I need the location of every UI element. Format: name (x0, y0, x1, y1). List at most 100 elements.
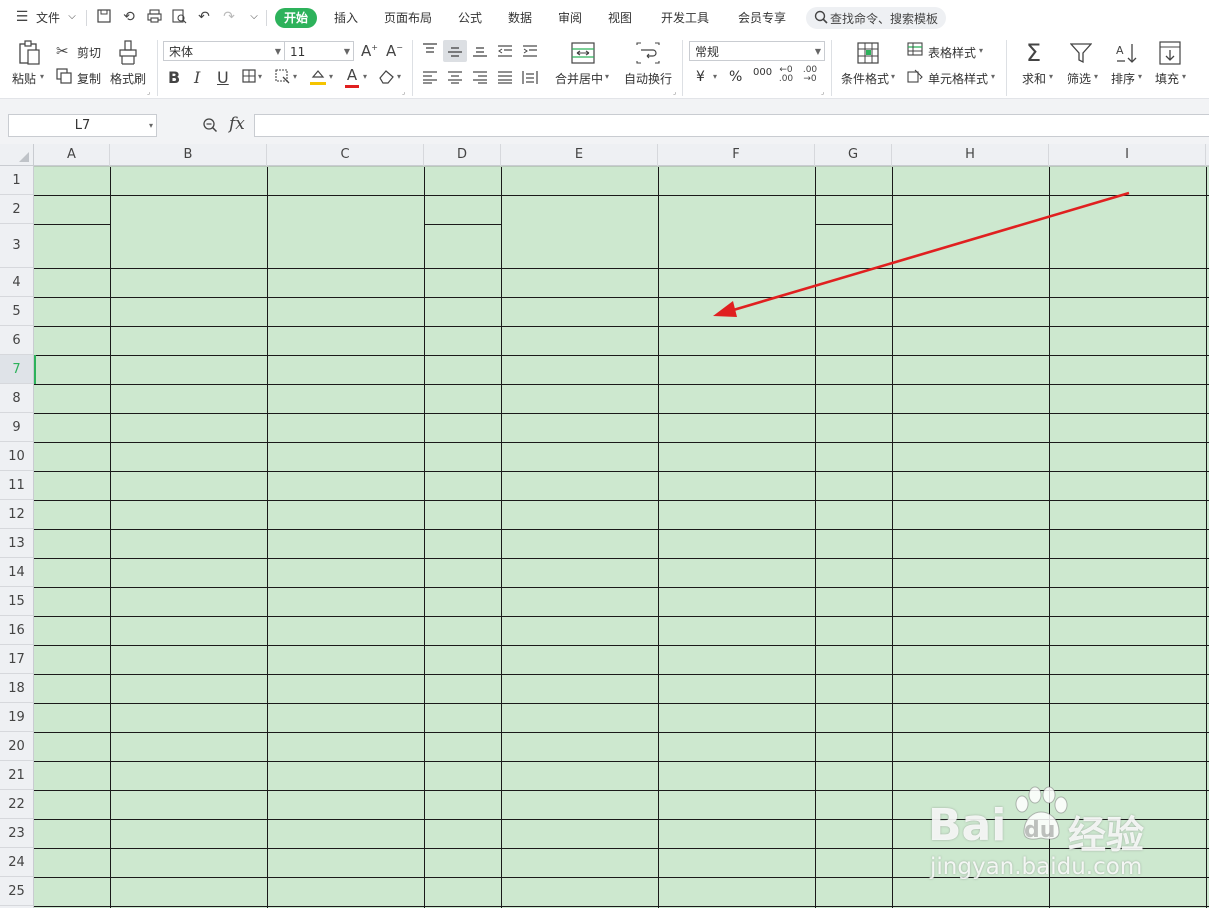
thousands-button[interactable]: 000 (753, 67, 772, 78)
column-header-g[interactable]: G (815, 144, 892, 166)
row-header-16[interactable]: 16 (0, 616, 33, 645)
row-header-24[interactable]: 24 (0, 848, 33, 877)
column-header-i[interactable]: I (1049, 144, 1206, 166)
align-bottom-icon[interactable] (472, 44, 488, 61)
conditional-format-button[interactable]: 条件格式 (841, 70, 889, 87)
chevron-down-icon[interactable]: ▾ (363, 72, 367, 81)
percent-button[interactable]: % (729, 69, 742, 85)
row-header-7[interactable]: 7 (0, 355, 33, 384)
bold-icon[interactable]: B (168, 68, 180, 87)
name-box[interactable]: L7 ▾ (8, 114, 157, 137)
chevron-down-icon[interactable]: ▾ (149, 115, 153, 136)
increase-decimal-icon[interactable]: ←0.00 (777, 66, 795, 84)
filter-button[interactable]: 筛选 (1067, 70, 1091, 87)
zoom-formula-icon[interactable] (202, 117, 218, 136)
column-header-e[interactable]: E (501, 144, 658, 166)
tab-view[interactable]: 视图 (608, 8, 632, 28)
conditional-format-icon[interactable] (857, 42, 879, 67)
number-format-dropdown[interactable]: 常规 ▼ (689, 41, 825, 61)
cut-button[interactable]: 剪切 (77, 44, 101, 61)
tab-review[interactable]: 审阅 (558, 8, 582, 28)
group-launcher-icon[interactable]: ⌟ (821, 88, 824, 96)
fill-pattern-icon[interactable] (275, 69, 291, 87)
row-header-8[interactable]: 8 (0, 384, 33, 413)
column-header-d[interactable]: D (424, 144, 501, 166)
chevron-down-icon[interactable]: ▾ (329, 72, 333, 81)
sort-icon[interactable]: A (1115, 42, 1139, 67)
align-right-icon[interactable] (472, 71, 488, 87)
tab-page-layout[interactable]: 页面布局 (384, 8, 432, 28)
chevron-down-icon[interactable]: ▾ (258, 72, 262, 81)
row-header-14[interactable]: 14 (0, 558, 33, 587)
chevron-down-icon[interactable]: ▾ (40, 72, 44, 81)
export-icon[interactable]: ⟲ (121, 9, 137, 25)
sum-icon[interactable]: Σ (1026, 40, 1041, 66)
row-header-19[interactable]: 19 (0, 703, 33, 732)
group-launcher-icon[interactable]: ⌟ (147, 88, 150, 96)
row-header-13[interactable]: 13 (0, 529, 33, 558)
group-launcher-icon[interactable]: ⌟ (402, 88, 405, 96)
format-painter-icon[interactable] (118, 40, 138, 66)
sum-button[interactable]: 求和 (1022, 70, 1046, 87)
chevron-down-icon[interactable]: ▾ (891, 72, 895, 81)
row-header-6[interactable]: 6 (0, 326, 33, 355)
sort-button[interactable]: 排序 (1111, 70, 1135, 87)
print-preview-icon[interactable] (171, 9, 187, 25)
chevron-down-icon[interactable]: ▾ (1094, 72, 1098, 81)
italic-icon[interactable]: I (194, 68, 200, 87)
tab-insert[interactable]: 插入 (334, 8, 358, 28)
chevron-down-icon[interactable]: ▾ (1182, 72, 1186, 81)
row-header-11[interactable]: 11 (0, 471, 33, 500)
tab-member[interactable]: 会员专享 (738, 8, 786, 28)
row-header-25[interactable]: 25 (0, 877, 33, 906)
formula-input[interactable] (254, 114, 1209, 137)
row-header-10[interactable]: 10 (0, 442, 33, 471)
chevron-down-icon[interactable]: ▾ (397, 72, 401, 81)
row-header-5[interactable]: 5 (0, 297, 33, 326)
column-header-a[interactable]: A (34, 144, 110, 166)
customize-toolbar-icon[interactable]: ⌵ (246, 9, 262, 25)
chevron-down-icon[interactable]: ▾ (979, 46, 983, 55)
row-header-15[interactable]: 15 (0, 587, 33, 616)
column-header-h[interactable]: H (892, 144, 1049, 166)
row-header-3[interactable]: 3 (0, 224, 33, 268)
copy-button[interactable]: 复制 (77, 70, 101, 87)
filter-icon[interactable] (1069, 42, 1093, 67)
justify-icon[interactable] (497, 71, 513, 87)
cell-style-button[interactable]: 单元格样式 (928, 70, 988, 87)
chevron-down-icon[interactable]: ⌵ (64, 9, 80, 25)
hamburger-menu-icon[interactable]: ☰ (14, 9, 30, 25)
distributed-align-icon[interactable] (522, 70, 538, 88)
cell-style-icon[interactable] (907, 69, 924, 87)
row-header-4[interactable]: 4 (0, 268, 33, 297)
wrap-text-button[interactable]: 自动换行 (624, 70, 672, 87)
column-header-b[interactable]: B (110, 144, 267, 166)
font-size-dropdown[interactable]: 11 ▼ (284, 41, 354, 61)
tab-formulas[interactable]: 公式 (458, 8, 482, 28)
row-header-1[interactable]: 1 (0, 166, 33, 195)
cell-area[interactable] (34, 166, 1209, 908)
file-menu[interactable]: 文件 (36, 8, 60, 28)
row-header-17[interactable]: 17 (0, 645, 33, 674)
column-header-f[interactable]: F (658, 144, 815, 166)
decrease-decimal-icon[interactable]: .00 →0 (801, 66, 819, 84)
align-top-icon[interactable] (422, 42, 438, 59)
fill-color-icon[interactable] (309, 68, 327, 89)
chevron-down-icon[interactable]: ▾ (1049, 72, 1053, 81)
format-painter-button[interactable]: 格式刷 (110, 70, 146, 87)
row-header-9[interactable]: 9 (0, 413, 33, 442)
decrease-indent-icon[interactable] (497, 44, 513, 61)
chevron-down-icon[interactable]: ▾ (293, 72, 297, 81)
undo-icon[interactable]: ↶ (196, 9, 212, 25)
select-all-corner[interactable] (0, 144, 34, 166)
chevron-down-icon[interactable]: ▾ (605, 72, 609, 81)
align-left-icon[interactable] (422, 71, 438, 87)
borders-icon[interactable] (242, 69, 256, 86)
underline-icon[interactable]: U (217, 68, 229, 87)
table-style-icon[interactable] (907, 42, 924, 60)
paste-icon[interactable] (17, 40, 41, 66)
eraser-icon[interactable] (378, 68, 395, 87)
currency-button[interactable]: ¥ (696, 69, 705, 85)
chevron-down-icon[interactable]: ▾ (991, 72, 995, 81)
scissors-icon[interactable]: ✂ (56, 42, 69, 60)
